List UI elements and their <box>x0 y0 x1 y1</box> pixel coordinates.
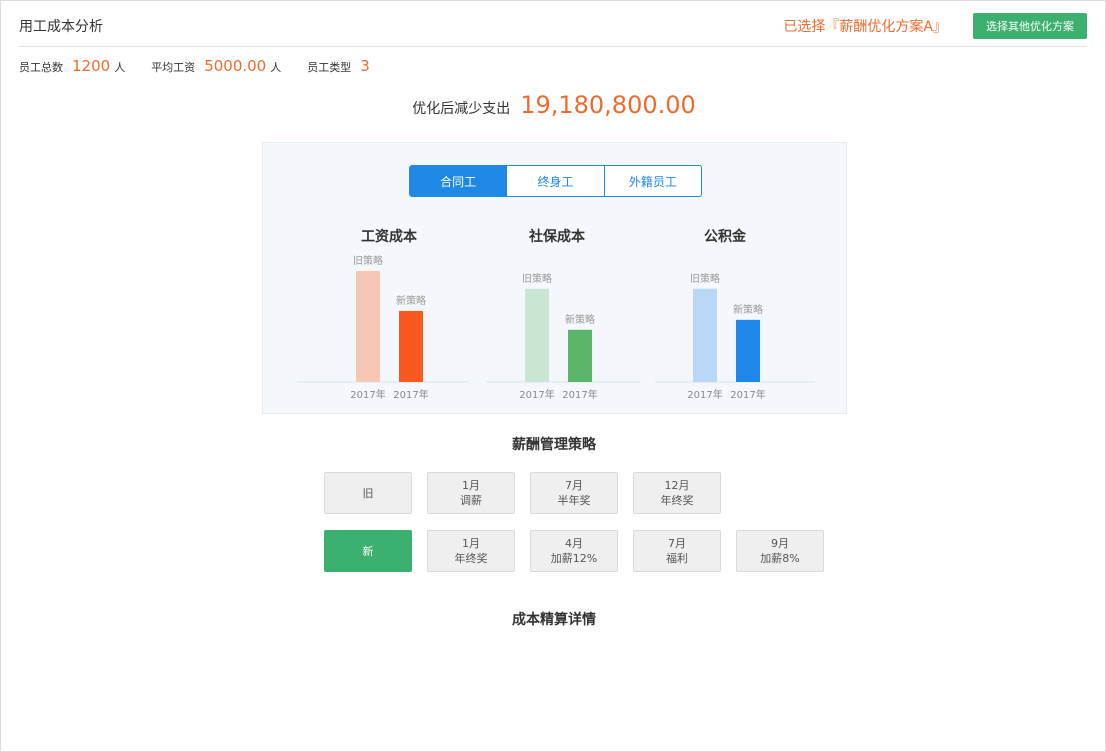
item-action: 半年奖 <box>557 494 591 507</box>
chart-title: 社保成本 <box>528 228 586 245</box>
cost-bar-charts: 工资成本旧策略 2017年 新策略 2017年 社保成本旧策略 2017年 新策略 2017年… <box>297 228 815 401</box>
new-strategy-button[interactable]: 新 <box>324 530 412 572</box>
new-strategy-item[interactable]: 9月 加薪8% <box>736 530 824 572</box>
stat-value: 5000.00 <box>204 57 267 75</box>
new-strategy-item[interactable]: 7月 福利 <box>633 530 721 572</box>
bar-label: 旧策略 <box>690 272 720 285</box>
item-action: 福利 <box>666 552 688 565</box>
stat-value: 1200 <box>72 57 111 75</box>
bar-label: 旧策略 <box>522 272 552 285</box>
bar-label: 新策略 <box>733 303 763 316</box>
old-strategy-item[interactable]: 1月 调薪 <box>427 472 515 514</box>
x-tick-label: 2017年 <box>393 388 428 401</box>
select-other-plan-button[interactable]: 选择其他优化方案 <box>973 13 1087 39</box>
item-month: 1月 <box>462 479 480 492</box>
item-action: 调薪 <box>460 494 482 507</box>
x-tick-label: 2017年 <box>687 388 722 401</box>
chart-title: 工资成本 <box>361 228 418 245</box>
x-tick-label: 2017年 <box>519 388 554 401</box>
item-action: 加薪8% <box>760 552 800 565</box>
stat-employee-types: 员工类型 3 <box>307 57 370 75</box>
cost-chart-panel: 合同工 终身工 外籍员工 工资成本 旧策略 2017年 新策略 2017年 社保成本 旧策略… <box>262 142 847 414</box>
header: 用工成本分析 已选择『薪酬优化方案A』 选择其他优化方案 <box>19 1 1087 47</box>
stat-unit: 人 <box>270 61 282 74</box>
app-window: 用工成本分析 已选择『薪酬优化方案A』 选择其他优化方案 员工总数 1200 人… <box>0 0 1106 752</box>
item-month: 7月 <box>668 537 686 550</box>
new-strategy-item[interactable]: 1月 年终奖 <box>427 530 515 572</box>
item-action: 年终奖 <box>454 552 488 565</box>
reduction-label: 优化后减少支出 <box>412 101 511 117</box>
stats-bar: 员工总数 1200 人 平均工资 5000.00 人 员工类型 3 <box>19 57 396 79</box>
stat-unit: 人 <box>114 61 126 74</box>
x-tick-label: 2017年 <box>350 388 385 401</box>
item-action: 加薪12% <box>550 552 598 565</box>
stat-value: 3 <box>360 57 370 75</box>
stat-label: 员工类型 <box>307 61 352 74</box>
chart-bar <box>693 288 717 382</box>
bar-label: 旧策略 <box>353 254 383 267</box>
details-title: 成本精算详情 <box>512 612 596 628</box>
x-tick-label: 2017年 <box>562 388 597 401</box>
stat-employee-count: 员工总数 1200 人 <box>19 57 125 75</box>
item-month: 12月 <box>664 479 690 492</box>
old-strategy-button[interactable]: 旧 <box>324 472 412 514</box>
old-strategy-item[interactable]: 12月 年终奖 <box>633 472 721 514</box>
bar-label: 新策略 <box>565 313 595 326</box>
selected-plan-label: 已选择『薪酬优化方案A』 <box>783 19 947 35</box>
chart-bar <box>736 319 760 382</box>
page-title: 用工成本分析 <box>19 19 103 35</box>
new-strategy-item[interactable]: 4月 加薪12% <box>530 530 618 572</box>
chart-title: 公积金 <box>704 228 747 245</box>
strategy-title: 薪酬管理策略 <box>512 437 596 453</box>
chart-bar <box>525 288 549 382</box>
item-month: 1月 <box>462 537 480 550</box>
stat-label: 平均工资 <box>151 61 196 74</box>
reduction-value: 19,180,800.00 <box>520 91 696 119</box>
stat-average-salary: 平均工资 5000.00 人 <box>151 57 281 75</box>
stat-label: 员工总数 <box>19 61 63 74</box>
item-action: 年终奖 <box>660 494 694 507</box>
reduction-summary: 优化后减少支出 19,180,800.00 <box>1 91 1106 119</box>
old-strategy-item[interactable]: 7月 半年奖 <box>530 472 618 514</box>
item-month: 9月 <box>771 537 789 550</box>
item-month: 4月 <box>565 537 583 550</box>
x-tick-label: 2017年 <box>730 388 765 401</box>
chart-bar <box>568 329 592 382</box>
chart-bar <box>399 310 423 382</box>
chart-bar <box>356 271 380 382</box>
bar-label: 新策略 <box>396 294 426 307</box>
item-month: 7月 <box>565 479 583 492</box>
